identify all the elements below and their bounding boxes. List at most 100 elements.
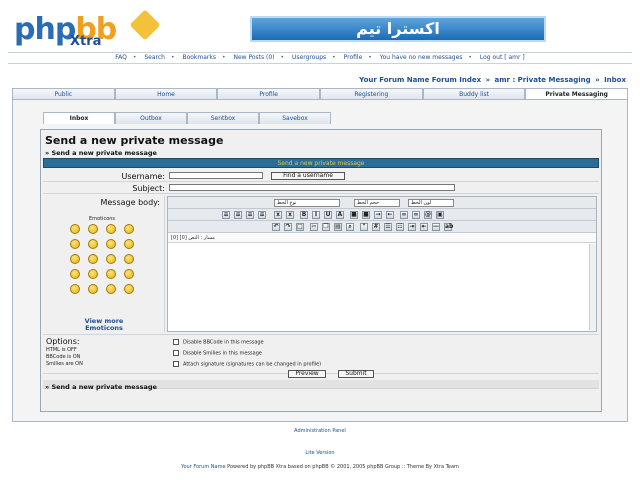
- disable-smilies-option[interactable]: Disable Smilies in this message: [173, 350, 262, 357]
- superscript-icon[interactable]: x: [286, 211, 294, 219]
- spellcheck-icon[interactable]: ab: [444, 223, 453, 231]
- body-left-column: Message body: Emoticons View more Emotic…: [43, 196, 165, 332]
- smiley-icon[interactable]: [106, 254, 116, 264]
- underline-icon[interactable]: U: [324, 211, 332, 219]
- smiley-icon[interactable]: [124, 284, 134, 294]
- smiley-icon[interactable]: [88, 254, 98, 264]
- smiley-icon[interactable]: [70, 224, 80, 234]
- disable-bbcode-checkbox[interactable]: [173, 339, 179, 345]
- cut-icon[interactable]: ✂: [310, 223, 318, 231]
- forum-name-link[interactable]: Your Forum Name: [181, 464, 225, 470]
- disable-bbcode-option[interactable]: Disable BBCode in this message: [173, 339, 264, 346]
- italic-icon[interactable]: I: [312, 211, 320, 219]
- email-icon[interactable]: @: [424, 211, 432, 219]
- font-color-select[interactable]: لون الخط: [408, 199, 454, 207]
- strike-icon[interactable]: A: [336, 211, 344, 219]
- form-footer-subtitle[interactable]: » Send a new private message: [45, 383, 157, 391]
- smiley-icon[interactable]: [88, 239, 98, 249]
- nav-profile[interactable]: Profile: [344, 54, 363, 61]
- smiley-icon[interactable]: [88, 284, 98, 294]
- undo-icon[interactable]: ↶: [272, 223, 280, 231]
- new-icon[interactable]: □: [296, 223, 304, 231]
- font-size-select[interactable]: حجم الخط: [354, 199, 400, 207]
- emoticons-grid: [70, 224, 142, 294]
- view-more-emoticons-link[interactable]: View more Emoticons: [83, 318, 125, 332]
- align-center-icon[interactable]: ≡: [234, 211, 242, 219]
- editor-toolbar-format: ≡ ≡ ≡ ≡ x x B I U A ■ ■ → ← ∞ ∞ @ ▣: [168, 209, 596, 221]
- editor-toolbar-fonts: نوع الخط حجم الخط لون الخط: [168, 197, 596, 209]
- phpbb-xtra-logo[interactable]: phpbb Xtra: [14, 8, 161, 49]
- align-right-icon[interactable]: ≡: [246, 211, 254, 219]
- subject-label: Subject:: [132, 184, 165, 193]
- smiley-icon[interactable]: [106, 224, 116, 234]
- highlight-icon[interactable]: ■: [362, 211, 370, 219]
- breadcrumb-forum-index[interactable]: Your Forum Name Forum Index: [359, 76, 481, 84]
- code-icon[interactable]: #: [372, 223, 380, 231]
- smiley-icon[interactable]: [106, 269, 116, 279]
- nav-faq[interactable]: FAQ: [115, 54, 127, 61]
- smiley-icon[interactable]: [106, 239, 116, 249]
- smiley-icon[interactable]: [88, 224, 98, 234]
- subject-input[interactable]: [169, 184, 455, 191]
- smiley-icon[interactable]: [70, 254, 80, 264]
- outdent-icon[interactable]: ⇤: [420, 223, 428, 231]
- align-left-icon[interactable]: ≡: [222, 211, 230, 219]
- find-username-button[interactable]: Find a username: [271, 172, 345, 180]
- smiley-icon[interactable]: [70, 239, 80, 249]
- message-body-textarea[interactable]: [168, 244, 588, 330]
- tab-savebox[interactable]: Savebox: [259, 112, 331, 124]
- find-icon[interactable]: ⌕: [346, 223, 354, 231]
- tab-sentbox[interactable]: Sentbox: [187, 112, 259, 124]
- list-icon[interactable]: ☰: [384, 223, 392, 231]
- image-icon[interactable]: ▣: [436, 211, 444, 219]
- tab-inbox[interactable]: Inbox: [43, 112, 115, 124]
- justify-icon[interactable]: ≡: [258, 211, 266, 219]
- numbered-list-icon[interactable]: ☷: [396, 223, 404, 231]
- quote-icon[interactable]: ": [360, 223, 368, 231]
- smiley-icon[interactable]: [106, 284, 116, 294]
- smiley-icon[interactable]: [124, 224, 134, 234]
- color-icon[interactable]: ■: [350, 211, 358, 219]
- breadcrumb: Your Forum Name Forum Index » amr : Priv…: [359, 76, 626, 84]
- copy-icon[interactable]: ❐: [322, 223, 330, 231]
- nav-bookmarks[interactable]: Bookmarks: [182, 54, 216, 61]
- breadcrumb-pm[interactable]: amr : Private Messaging: [495, 76, 591, 84]
- rule-icon[interactable]: —: [432, 223, 440, 231]
- breadcrumb-inbox[interactable]: Inbox: [604, 76, 626, 84]
- unlink-icon[interactable]: ∞: [412, 211, 420, 219]
- smiley-icon[interactable]: [70, 284, 80, 294]
- administration-panel-link[interactable]: Administration Panel: [0, 428, 640, 434]
- attach-signature-checkbox[interactable]: [173, 361, 179, 367]
- smiley-icon[interactable]: [124, 254, 134, 264]
- preview-button[interactable]: Preview: [288, 370, 326, 378]
- redo-icon[interactable]: ↷: [284, 223, 292, 231]
- ltr-icon[interactable]: →: [374, 211, 382, 219]
- smiley-icon[interactable]: [124, 269, 134, 279]
- tab-outbox[interactable]: Outbox: [115, 112, 187, 124]
- lite-version-link[interactable]: Lite Version: [0, 450, 640, 456]
- smiley-icon[interactable]: [70, 269, 80, 279]
- disable-smilies-checkbox[interactable]: [173, 350, 179, 356]
- page: phpbb Xtra اكسترا تيم FAQ • Search • Bookm…: [0, 0, 640, 480]
- page-title: Send a new private message: [45, 134, 224, 147]
- editor-scrollbar[interactable]: [589, 244, 596, 330]
- form-subtitle[interactable]: » Send a new private message: [45, 149, 157, 157]
- link-icon[interactable]: ∞: [400, 211, 408, 219]
- indent-icon[interactable]: ⇥: [408, 223, 416, 231]
- attach-signature-option[interactable]: Attach signature (signatures can be chan…: [173, 361, 321, 368]
- paste-icon[interactable]: ▤: [334, 223, 342, 231]
- bold-icon[interactable]: B: [300, 211, 308, 219]
- font-family-select[interactable]: نوع الخط: [274, 199, 340, 207]
- smiley-icon[interactable]: [88, 269, 98, 279]
- subscript-icon[interactable]: x: [274, 211, 282, 219]
- nav-new-posts[interactable]: New Posts (0): [233, 54, 274, 61]
- submit-button[interactable]: Submit: [338, 370, 374, 378]
- nav-usergroups[interactable]: Usergroups: [292, 54, 326, 61]
- nav-messages[interactable]: You have no new messages: [380, 54, 463, 61]
- rtl-icon[interactable]: ←: [386, 211, 394, 219]
- nav-search[interactable]: Search: [144, 54, 165, 61]
- compose-form: Send a new private message » Send a new …: [40, 129, 602, 412]
- smiley-icon[interactable]: [124, 239, 134, 249]
- username-input[interactable]: [169, 172, 263, 179]
- nav-logout[interactable]: Log out [ amr ]: [480, 54, 525, 61]
